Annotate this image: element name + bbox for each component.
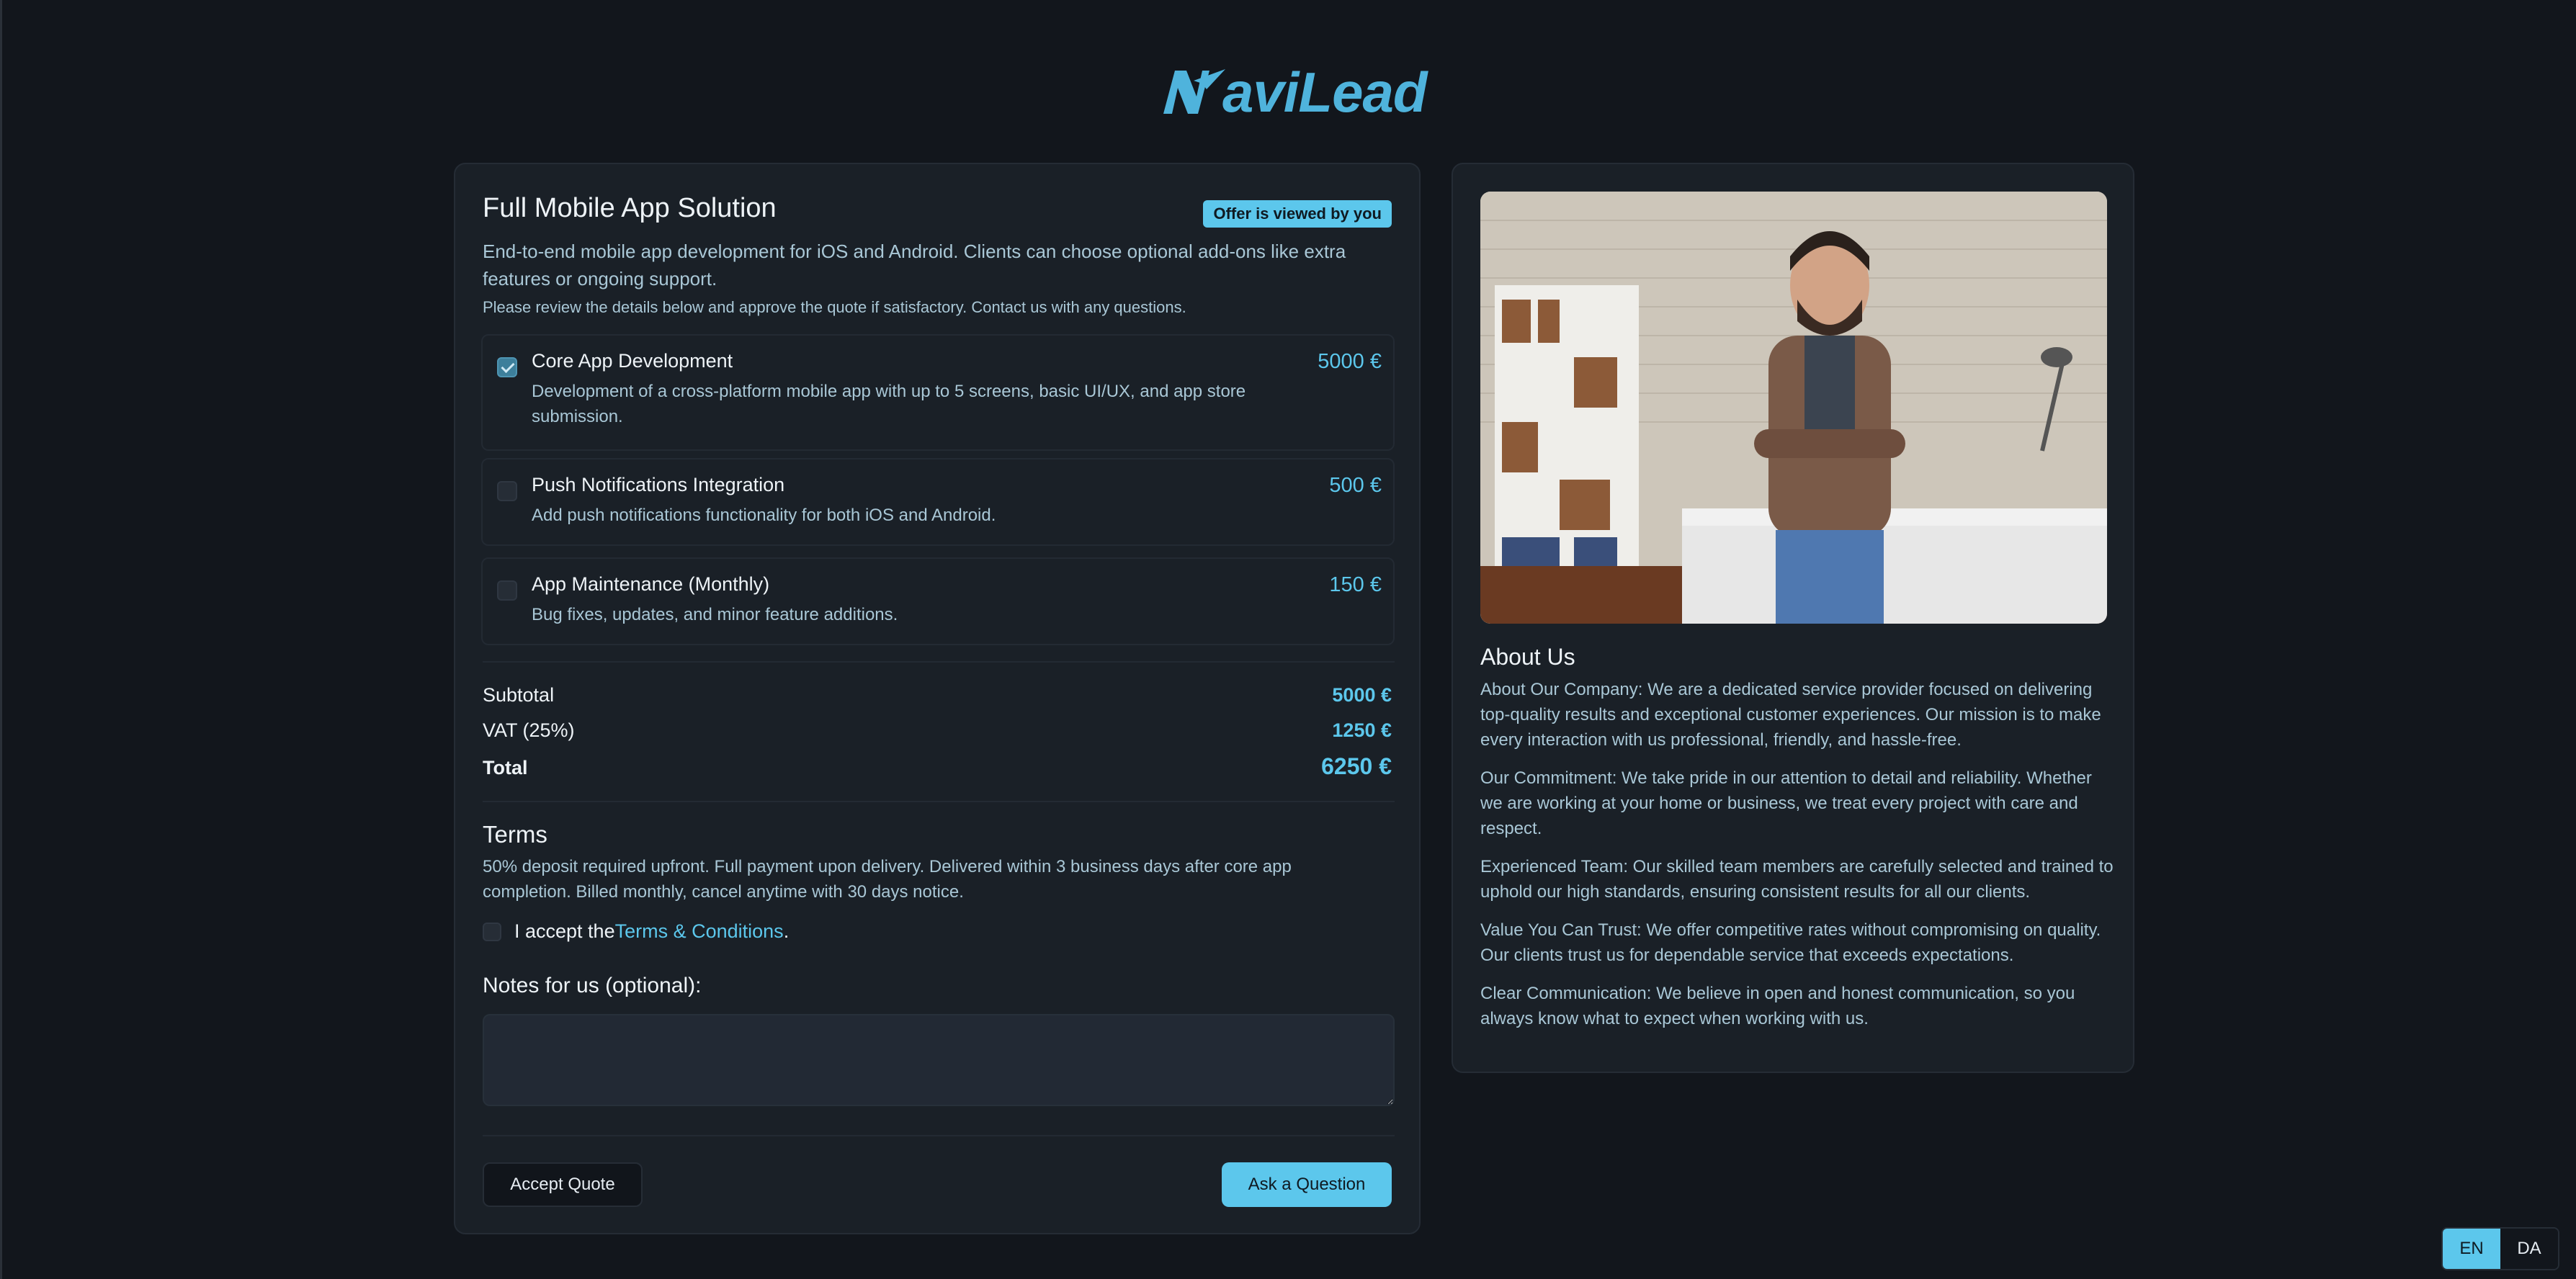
subtotal-label: Subtotal: [483, 684, 555, 706]
total-value: 6250 €: [1321, 753, 1392, 779]
about-paragraph: Clear Communication: We believe in open …: [1480, 984, 2075, 1028]
divider: [483, 801, 1395, 802]
ask-question-button[interactable]: Ask a Question: [1222, 1162, 1392, 1207]
line-item-name: Core App Development: [532, 350, 733, 372]
logo-text: aviLead: [1222, 60, 1427, 124]
language-option-en[interactable]: EN: [2443, 1229, 2500, 1269]
accept-terms-row[interactable]: I accept the Terms & Conditions .: [483, 920, 789, 943]
accept-quote-button[interactable]: Accept Quote: [483, 1162, 643, 1207]
vat-label: VAT (25%): [483, 719, 575, 741]
terms-conditions-link[interactable]: Terms & Conditions: [615, 920, 784, 943]
line-item-price: 5000 €: [1318, 350, 1382, 373]
divider: [483, 1135, 1395, 1136]
about-paragraph: About Our Company: We are a dedicated se…: [1480, 680, 2101, 750]
about-paragraph: Value You Can Trust: We offer competitiv…: [1480, 920, 2101, 965]
total-label: Total: [483, 757, 528, 778]
vat-value: 1250 €: [1332, 719, 1392, 741]
line-item[interactable]: App Maintenance (Monthly) Bug fixes, upd…: [481, 557, 1395, 645]
line-item-price: 500 €: [1329, 474, 1382, 497]
subtotal-value: 5000 €: [1332, 684, 1392, 706]
quote-review-note: Please review the details below and appr…: [483, 298, 1186, 316]
accept-terms-checkbox[interactable]: [483, 922, 501, 941]
line-item-price: 150 €: [1329, 573, 1382, 596]
about-card: About Us About Our Company: We are a ded…: [1452, 163, 2134, 1073]
page: aviLead Full Mobile App Solution Offer i…: [0, 0, 2576, 1279]
quote-title: Full Mobile App Solution: [483, 193, 777, 223]
quote-card: Full Mobile App Solution Offer is viewed…: [454, 163, 1421, 1234]
line-item[interactable]: Push Notifications Integration Add push …: [481, 458, 1395, 546]
line-item-checkbox[interactable]: [497, 481, 517, 501]
notes-label: Notes for us (optional):: [483, 974, 702, 997]
divider: [483, 661, 1395, 663]
line-item-checkbox[interactable]: [497, 357, 517, 377]
line-item-description: Add push notifications functionality for…: [532, 506, 996, 525]
about-paragraph: Experienced Team: Our skilled team membe…: [1480, 857, 2114, 902]
quote-description: End-to-end mobile app development for iO…: [483, 241, 1346, 290]
line-item-description: Development of a cross-platform mobile a…: [532, 382, 1246, 426]
line-item[interactable]: Core App Development Development of a cr…: [481, 334, 1395, 451]
line-item-name: Push Notifications Integration: [532, 474, 785, 495]
terms-title: Terms: [483, 821, 547, 848]
terms-text: 50% deposit required upfront. Full payme…: [483, 857, 1292, 902]
about-paragraph: Our Commitment: We take pride in our att…: [1480, 768, 2092, 838]
viewed-status-badge: Offer is viewed by you: [1203, 200, 1392, 228]
about-paragraphs: About Our Company: We are a dedicated se…: [1480, 677, 2114, 1044]
line-item-checkbox[interactable]: [497, 580, 517, 601]
notes-textarea[interactable]: [483, 1014, 1395, 1106]
logo-arrow-icon: [1163, 69, 1225, 114]
language-option-da[interactable]: DA: [2500, 1229, 2558, 1269]
accept-terms-label: I accept the: [514, 920, 615, 942]
line-item-description: Bug fixes, updates, and minor feature ad…: [532, 605, 898, 624]
navilead-logo: aviLead: [1159, 60, 1428, 124]
accept-terms-suffix: .: [783, 920, 790, 942]
person-photo-icon: [1480, 192, 2107, 624]
about-title: About Us: [1480, 644, 1575, 670]
language-switcher: EN DA: [2441, 1227, 2559, 1270]
line-item-name: App Maintenance (Monthly): [532, 573, 770, 595]
